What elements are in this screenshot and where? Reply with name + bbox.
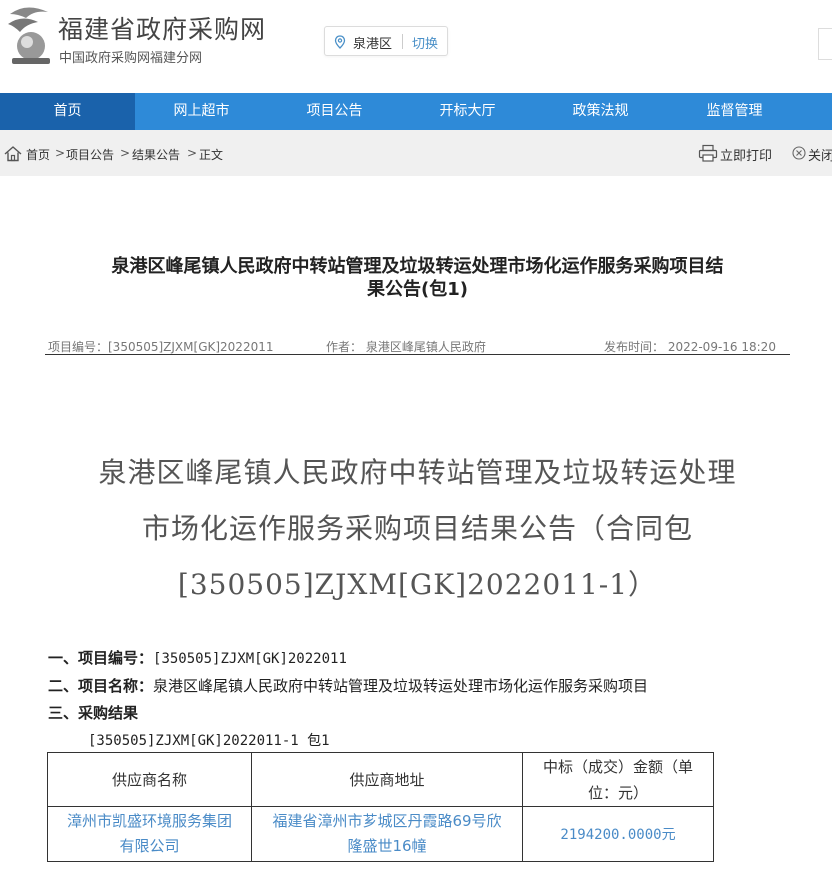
table-header-row: 供应商名称 供应商地址 中标（成交）金额（单 位：元） (47, 752, 714, 807)
supplier-address-line: 隆盛世16幢 (347, 837, 427, 855)
breadcrumb-separator: > (120, 146, 131, 160)
content-title-line: 市场化运作服务采购项目结果公告（合同包 (141, 512, 693, 545)
breadcrumb-current: 正文 (199, 148, 224, 162)
breadcrumb-separator: > (55, 146, 66, 160)
main-nav: 首页 网上超市 项目公告 开标大厅 政策法规 监督管理 (0, 93, 832, 130)
section-results: 三、采购结果 (48, 702, 138, 723)
section-label: 二、项目名称： (48, 677, 154, 695)
nav-online-mall[interactable]: 网上超市 (135, 93, 268, 130)
site-subtitle: 中国政府采购网福建分网 (59, 51, 203, 66)
results-table: 供应商名称 供应商地址 中标（成交）金额（单 位：元） 漳州市凯盛环境服务集团 … (47, 752, 714, 862)
table-header: 供应商名称 (47, 752, 252, 807)
breadcrumb-result-notices[interactable]: 结果公告 (132, 146, 180, 163)
package-label: [350505]ZJXM[GK]2022011-1 包1 (88, 733, 330, 749)
region-name: 泉港区 (353, 37, 393, 52)
supplier-address-line: 福建省漳州市芗城区丹霞路69号欣 (272, 812, 502, 830)
table-header-line: 位：元） (587, 783, 648, 802)
content-title-line: 泉港区峰尾镇人民政府中转站管理及垃圾转运处理 (98, 456, 737, 489)
nav-project-notices[interactable]: 项目公告 (268, 93, 401, 130)
project-code-value: [350505]ZJXM[GK]2022011 (153, 651, 347, 667)
nav-supervision[interactable]: 监督管理 (667, 93, 802, 130)
nav-bid-hall[interactable]: 开标大厅 (401, 93, 534, 130)
section-project-code: 一、项目编号：[350505]ZJXM[GK]2022011 (48, 647, 347, 668)
nav-home[interactable]: 首页 (0, 93, 135, 130)
location-pin-icon (334, 35, 346, 49)
table-row: 漳州市凯盛环境服务集团 有限公司 福建省漳州市芗城区丹霞路69号欣 隆盛世16幢… (47, 806, 714, 862)
award-amount-cell: 2194200.0000元 (522, 806, 714, 862)
breadcrumb-separator: > (187, 146, 198, 160)
close-icon[interactable] (792, 146, 806, 160)
article-title-line: 果公告(包1) (367, 279, 468, 300)
meta-author: 作者： 泉港区峰尾镇人民政府 (326, 340, 486, 354)
meta-divider (45, 354, 790, 355)
supplier-address-cell: 福建省漳州市芗城区丹霞路69号欣 隆盛世16幢 (251, 806, 523, 862)
region-switch-link[interactable]: 切换 (412, 33, 438, 52)
region-selector[interactable]: 泉港区 切换 (324, 26, 448, 56)
site-title[interactable]: 福建省政府采购网 (58, 10, 266, 46)
section-label: 一、项目编号： (48, 649, 154, 667)
site-header: 福建省政府采购网 中国政府采购网福建分网 泉港区 切换 (0, 0, 832, 93)
article-title: 泉港区峰尾镇人民政府中转站管理及垃圾转运处理市场化运作服务采购项目结 果公告(包… (45, 255, 790, 301)
content-title-line: [350505]ZJXM[GK]2022011-1） (177, 568, 658, 601)
close-button[interactable]: 关闭 (808, 145, 832, 164)
section-project-name: 二、项目名称：泉港区峰尾镇人民政府中转站管理及垃圾转运处理市场化运作服务采购项目 (48, 675, 648, 696)
nav-policies[interactable]: 政策法规 (534, 93, 667, 130)
print-button[interactable]: 立即打印 (720, 145, 772, 164)
breadcrumb-home[interactable]: 首页 (26, 146, 50, 163)
home-icon[interactable] (3, 145, 23, 162)
section-label: 三、采购结果 (48, 704, 139, 722)
table-header-amount: 中标（成交）金额（单 位：元） (522, 752, 714, 807)
meta-project-code: 项目编号：[350505]ZJXM[GK]2022011 (48, 340, 274, 354)
region-divider (402, 34, 403, 49)
table-header: 供应商地址 (251, 752, 523, 807)
content-title: 泉港区峰尾镇人民政府中转站管理及垃圾转运处理 市场化运作服务采购项目结果公告（合… (40, 445, 795, 613)
site-logo-icon[interactable] (4, 4, 54, 66)
supplier-name-cell[interactable]: 漳州市凯盛环境服务集团 有限公司 (47, 806, 252, 862)
project-name-value: 泉港区峰尾镇人民政府中转站管理及垃圾转运处理市场化运作服务采购项目 (153, 677, 649, 695)
article-title-line: 泉港区峰尾镇人民政府中转站管理及垃圾转运处理市场化运作服务采购项目结 (111, 256, 724, 277)
printer-icon[interactable] (698, 144, 718, 162)
search-box-edge[interactable] (818, 28, 832, 60)
supplier-name-line: 有限公司 (119, 837, 180, 855)
breadcrumb-project-notices[interactable]: 项目公告 (66, 146, 114, 163)
table-header-line: 中标（成交）金额（单 (542, 757, 693, 776)
meta-publish-time: 发布时间： 2022-09-16 18:20 (604, 340, 776, 354)
supplier-name-line: 漳州市凯盛环境服务集团 (66, 812, 232, 830)
